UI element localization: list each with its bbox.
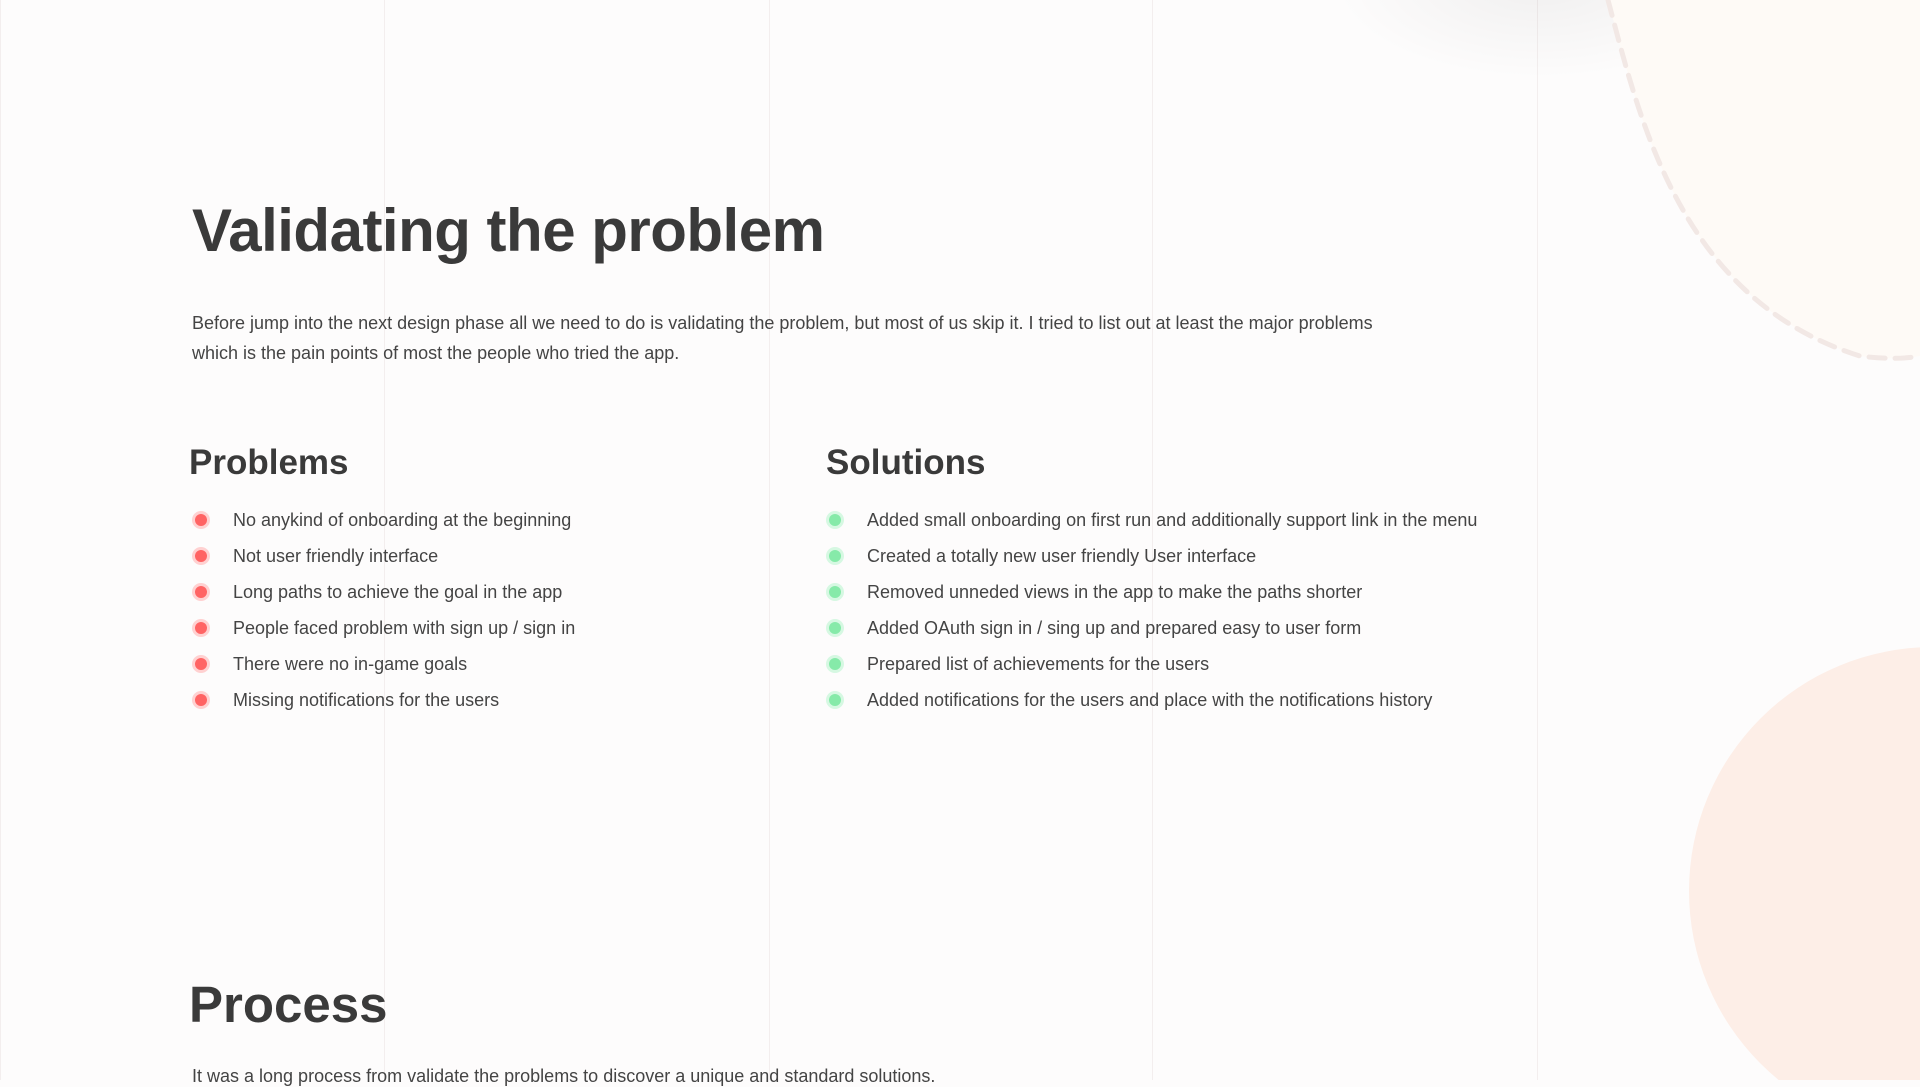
red-bullet-icon: [195, 658, 207, 670]
problem-text: People faced problem with sign up / sign…: [233, 617, 576, 638]
decorative-circle: [1689, 647, 1920, 1080]
problem-text: There were no in-game goals: [233, 653, 468, 674]
list-item: Missing notifications for the users: [195, 682, 575, 718]
red-bullet-icon: [195, 550, 207, 562]
problem-text: Not user friendly interface: [233, 545, 439, 566]
list-item: Created a totally new user friendly User…: [829, 538, 1477, 574]
list-item: Added notifications for the users and pl…: [829, 682, 1477, 718]
green-bullet-icon: [829, 586, 841, 598]
list-item: Added OAuth sign in / sing up and prepar…: [829, 610, 1477, 646]
problem-text: Missing notifications for the users: [233, 689, 500, 710]
list-item: No anykind of onboarding at the beginnin…: [195, 502, 575, 538]
green-bullet-icon: [829, 694, 841, 706]
list-item: Prepared list of achievements for the us…: [829, 646, 1477, 682]
red-bullet-icon: [195, 694, 207, 706]
solution-text: Added OAuth sign in / sing up and prepar…: [867, 617, 1362, 638]
intro-paragraph: Before jump into the next design phase a…: [192, 313, 1373, 363]
problem-text: No anykind of onboarding at the beginnin…: [233, 509, 572, 530]
list-item: Removed unneded views in the app to make…: [829, 574, 1477, 610]
red-bullet-icon: [195, 622, 207, 634]
process-intro: It was a long process from validate the …: [192, 1066, 936, 1086]
red-bullet-icon: [195, 514, 207, 526]
solutions-heading: Solutions: [826, 443, 986, 482]
page-title: Validating the problem: [192, 197, 825, 264]
green-bullet-icon: [829, 658, 841, 670]
problem-text: Long paths to achieve the goal in the ap…: [233, 581, 563, 602]
list-item: Added small onboarding on first run and …: [829, 502, 1477, 538]
problems-list: No anykind of onboarding at the beginnin…: [195, 502, 575, 718]
solution-text: Removed unneded views in the app to make…: [867, 581, 1363, 602]
green-bullet-icon: [829, 622, 841, 634]
problems-heading: Problems: [189, 443, 349, 482]
green-bullet-icon: [829, 550, 841, 562]
list-item: People faced problem with sign up / sign…: [195, 610, 575, 646]
solution-text: Prepared list of achievements for the us…: [867, 653, 1210, 674]
red-bullet-icon: [195, 586, 207, 598]
solution-text: Created a totally new user friendly User…: [867, 545, 1257, 566]
list-item: There were no in-game goals: [195, 646, 575, 682]
solution-text: Added small onboarding on first run and …: [867, 509, 1478, 530]
solutions-list: Added small onboarding on first run and …: [829, 502, 1477, 718]
list-item: Long paths to achieve the goal in the ap…: [195, 574, 575, 610]
process-heading: Process: [189, 976, 388, 1033]
solution-text: Added notifications for the users and pl…: [867, 689, 1433, 710]
green-bullet-icon: [829, 514, 841, 526]
list-item: Not user friendly interface: [195, 538, 575, 574]
